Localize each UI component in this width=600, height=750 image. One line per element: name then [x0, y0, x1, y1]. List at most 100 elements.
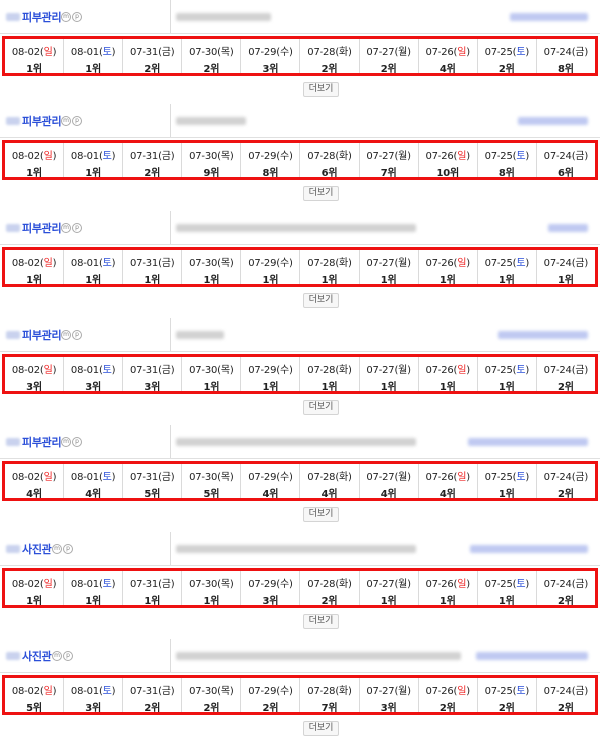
rank-date: 07-25(토) [478, 147, 536, 162]
paren: ) [466, 47, 470, 58]
rank-value: 1위 [26, 275, 42, 286]
redacted-id [6, 224, 20, 232]
date-value: 08-01 [70, 686, 99, 697]
keyword-link[interactable]: 사진관 [22, 648, 52, 664]
rank-date: 07-30(목) [182, 468, 240, 483]
more-button[interactable]: 더보기 [303, 82, 339, 97]
paren: ) [348, 151, 352, 162]
date-value: 08-02 [11, 47, 40, 58]
rank-value: 1위 [321, 382, 338, 393]
rank-block-header: 피부관리 m p [0, 318, 600, 352]
rank-value: 2위 [498, 64, 515, 75]
paren: ) [229, 47, 234, 58]
rank-cell: 07-25(토) 1위 [478, 250, 537, 286]
rank-date: 08-02(일) [5, 468, 63, 483]
rank-cell: 07-24(금) 1위 [537, 250, 595, 286]
day-of-week: 일 [457, 47, 467, 58]
more-button[interactable]: 더보기 [303, 186, 339, 201]
redacted-store-name [468, 438, 588, 446]
rank-value: 2위 [321, 596, 338, 607]
rank-value: 8위 [558, 64, 574, 75]
mobile-icon: m [61, 12, 71, 22]
day-of-week: 목 [220, 151, 230, 162]
date-value: 07-31 [130, 151, 159, 162]
day-of-week: 토 [516, 47, 526, 58]
keyword-link[interactable]: 피부관리 [22, 113, 62, 129]
keyword-link[interactable]: 피부관리 [22, 327, 62, 343]
rank-value: 1위 [380, 382, 397, 393]
rank-value: 1위 [262, 275, 279, 286]
paren: ) [407, 686, 411, 697]
redacted-store-name [498, 331, 588, 339]
rank-date: 07-31(금) [123, 254, 181, 269]
more-button[interactable]: 더보기 [303, 293, 339, 308]
rank-date: 07-26(일) [419, 254, 477, 269]
redacted-store-name [476, 652, 588, 660]
rank-cell: 07-26(일) 10위 [419, 143, 478, 179]
day-of-week: 화 [339, 579, 349, 590]
paren: ) [170, 365, 175, 376]
rank-date: 07-25(토) [478, 575, 536, 590]
header-separator [0, 672, 600, 673]
paren: ) [288, 686, 293, 697]
rank-value: 4위 [380, 489, 397, 500]
more-button[interactable]: 더보기 [303, 400, 339, 415]
rank-date: 07-26(일) [419, 361, 477, 376]
paren: ) [348, 579, 352, 590]
day-of-week: 토 [102, 472, 112, 483]
rank-value: 4위 [439, 489, 456, 500]
rank-cell: 07-31(금) 1위 [123, 571, 183, 607]
date-value: 07-30 [189, 686, 218, 697]
day-of-week: 월 [398, 47, 408, 58]
date-value: 07-30 [189, 579, 218, 590]
date-value: 07-26 [425, 151, 454, 162]
rank-cell: 07-31(금) 1위 [123, 250, 183, 286]
mobile-icon: m [61, 223, 71, 233]
day-of-week: 일 [457, 151, 467, 162]
day-of-week: 토 [516, 151, 526, 162]
keyword-link[interactable]: 피부관리 [22, 434, 62, 450]
date-value: 07-31 [130, 47, 159, 58]
rank-date: 07-29(수) [241, 575, 299, 590]
paren: ) [170, 258, 175, 269]
daily-rank-table: 08-02(일) 1위 08-01(토) 1위 07-31(금) 1위 07-30(목) 1위… [2, 568, 598, 608]
rank-cell: 07-27(월) 1위 [360, 250, 419, 286]
keyword-link[interactable]: 피부관리 [22, 9, 62, 25]
paren: ) [407, 472, 411, 483]
redacted-id [6, 331, 20, 339]
daily-rank-table: 08-02(일) 1위 08-01(토) 1위 07-31(금) 2위 07-30(목) 2위… [2, 36, 598, 76]
rank-value: 1위 [26, 64, 42, 75]
paren: ) [584, 472, 589, 483]
date-value: 07-29 [248, 365, 277, 376]
header-divider [170, 104, 171, 138]
keyword-link[interactable]: 사진관 [22, 541, 52, 557]
rank-value: 1위 [498, 382, 515, 393]
day-of-week: 화 [339, 472, 349, 483]
rank-cell: 07-28(화) 7위 [300, 678, 360, 714]
date-value: 08-02 [11, 365, 40, 376]
date-value: 08-02 [11, 472, 40, 483]
rank-date: 08-01(토) [64, 361, 122, 376]
rank-date: 07-31(금) [123, 361, 181, 376]
mobile-icon: m [61, 330, 71, 340]
rank-date: 07-30(목) [182, 361, 240, 376]
keyword-link[interactable]: 피부관리 [22, 220, 62, 236]
more-button[interactable]: 더보기 [303, 721, 339, 736]
rank-cell: 07-26(일) 4위 [419, 39, 478, 75]
day-of-week: 수 [279, 579, 289, 590]
rank-cell: 07-24(금) 2위 [537, 678, 595, 714]
rank-value: 2위 [203, 64, 220, 75]
mobile-icon: m [52, 544, 62, 554]
pc-icon: p [63, 651, 73, 661]
rank-date: 07-28(화) [300, 575, 358, 590]
rank-value: 9위 [203, 168, 220, 179]
date-value: 08-02 [11, 686, 40, 697]
more-button[interactable]: 더보기 [303, 507, 339, 522]
daily-rank-table: 08-02(일) 3위 08-01(토) 3위 07-31(금) 3위 07-30(목) 1위… [2, 354, 598, 394]
day-of-week: 수 [279, 151, 289, 162]
rank-date: 08-01(토) [64, 43, 122, 58]
more-button[interactable]: 더보기 [303, 614, 339, 629]
date-value: 07-31 [130, 579, 159, 590]
rank-value: 4위 [85, 489, 102, 500]
rank-cell: 07-30(목) 1위 [182, 357, 242, 393]
